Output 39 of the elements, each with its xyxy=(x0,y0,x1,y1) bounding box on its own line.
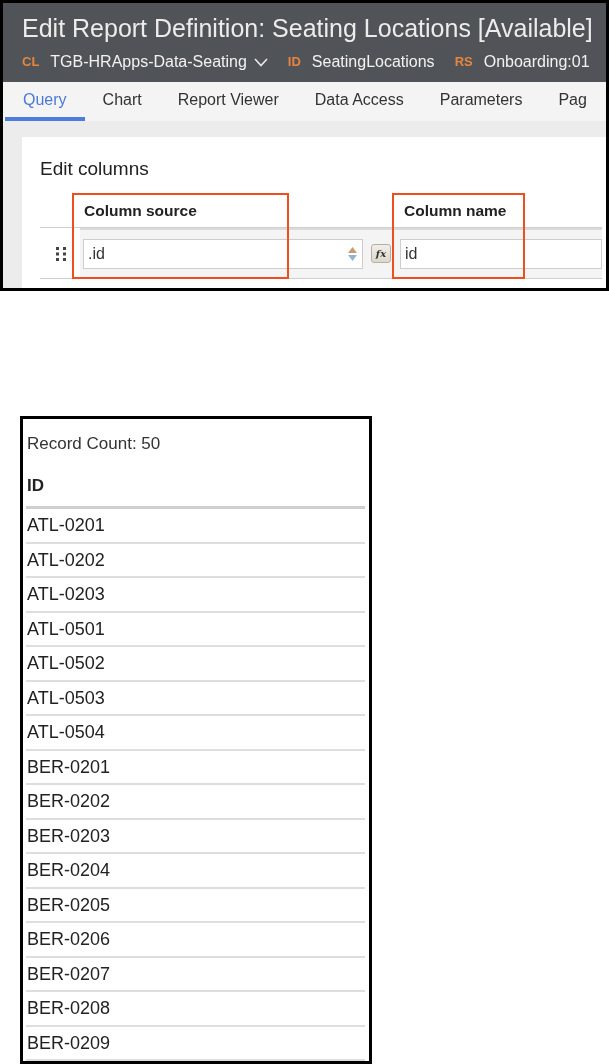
chevron-down-icon[interactable] xyxy=(253,57,268,67)
meta-label: RS xyxy=(454,53,473,71)
table-cell-text: ATL-0502 xyxy=(27,652,105,676)
column-header: Column source xyxy=(83,200,197,221)
meta-label: CL xyxy=(22,53,40,71)
table-cell-text: ATL-0202 xyxy=(27,548,105,572)
table-cell-text: ATL-0201 xyxy=(27,514,105,538)
table-cell-text: BER-0202 xyxy=(27,790,111,814)
meta-value: SeatingLocations xyxy=(311,52,435,72)
source-input[interactable]: .id xyxy=(83,238,363,269)
table-cell-text: BER-0203 xyxy=(27,824,111,848)
tab[interactable]: Data Access xyxy=(296,82,422,121)
tab[interactable]: Report Viewer xyxy=(159,82,297,121)
table-cell-text: ATL-0501 xyxy=(27,617,105,641)
drag-handle-icon[interactable] xyxy=(56,246,66,261)
table-cell-text: BER-0207 xyxy=(27,962,111,986)
name-input[interactable]: id xyxy=(400,238,602,269)
meta-value: Onboarding:01 xyxy=(483,52,590,72)
table-cell-text: BER-0205 xyxy=(27,893,111,917)
table-cell-text: BER-0209 xyxy=(27,1031,111,1055)
column-header: Column name xyxy=(403,200,507,221)
tab[interactable]: Parameters xyxy=(421,82,541,121)
table-cell-text: BER-0201 xyxy=(27,755,111,779)
tab[interactable]: Chart xyxy=(84,82,160,121)
table-cell-text: ATL-0504 xyxy=(27,721,105,745)
meta-label: ID xyxy=(287,53,301,71)
section-title: Edit columns xyxy=(40,157,149,181)
column-header: ID xyxy=(27,475,44,497)
meta-value: TGB-HRApps-Data-Seating xyxy=(50,52,247,72)
tab[interactable]: Query xyxy=(5,82,85,121)
table-cell-text: BER-0204 xyxy=(27,859,111,883)
record-count: Record Count: 50 xyxy=(26,433,161,455)
table-cell-text: ATL-0503 xyxy=(27,686,105,710)
tab[interactable]: Pag xyxy=(540,82,605,121)
page-title: Edit Report Definition: Seating Locations [Available] xyxy=(22,13,593,44)
table-cell-text: BER-0208 xyxy=(27,997,111,1021)
table-cell-text: BER-0206 xyxy=(27,928,111,952)
formula-button[interactable]: fx xyxy=(371,244,391,263)
table-cell-text: ATL-0203 xyxy=(27,583,105,607)
